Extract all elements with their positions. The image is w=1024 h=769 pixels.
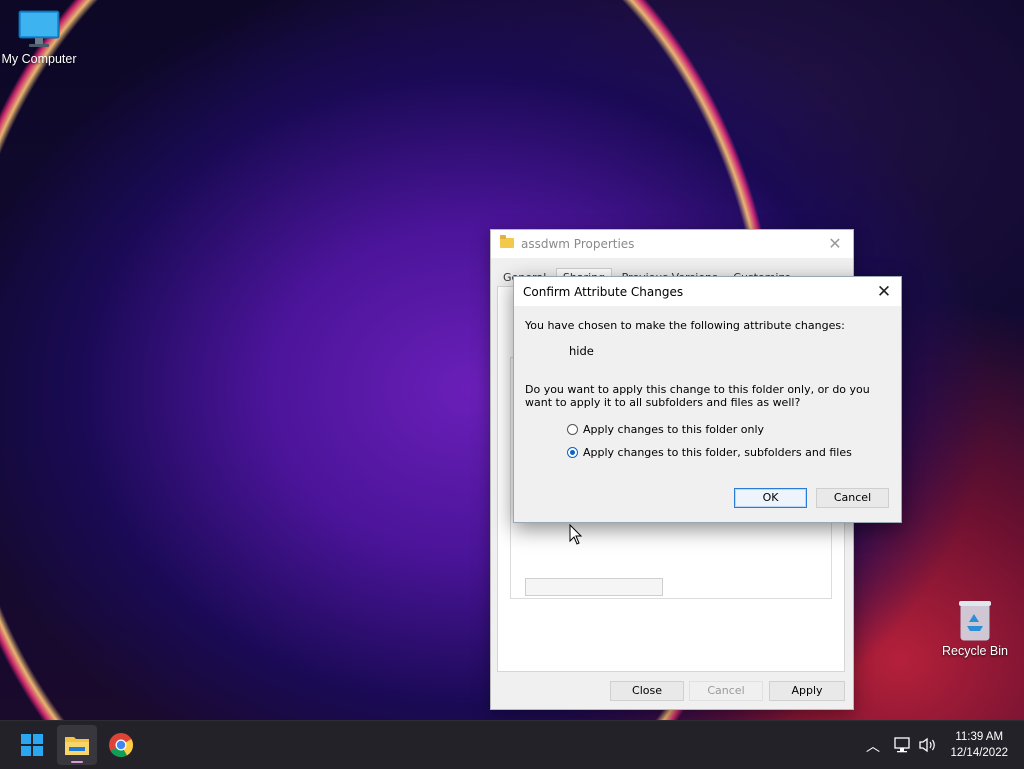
radio-button[interactable] [567,447,578,458]
ok-button[interactable]: OK [734,488,807,508]
file-explorer-icon [65,737,89,763]
desktop-icon-my-computer[interactable]: My Computer [1,10,77,66]
folder-icon [500,235,514,248]
start-icon [21,734,43,756]
mouse-cursor-icon [569,524,583,545]
taskbar-chrome[interactable] [101,725,141,765]
dialog-intro: You have chosen to make the following at… [525,319,845,332]
apply-button[interactable]: Apply [769,681,845,701]
desktop-icon-recycle-bin[interactable]: Recycle Bin [937,598,1013,658]
chrome-icon [109,733,133,758]
recycle-bin-icon [959,601,991,641]
radio-button[interactable] [567,424,578,435]
close-icon[interactable]: ✕ [873,281,895,303]
chevron-up-icon[interactable]: ︿ [866,736,880,756]
dialog-title: Confirm Attribute Changes [523,285,684,299]
taskbar-clock[interactable]: 11:39 AM 12/14/2022 [950,729,1008,761]
advanced-button[interactable] [525,578,663,596]
network-icon[interactable] [894,737,912,753]
desktop-icon-label: My Computer [1,52,77,66]
radio-folder-subfolders-files[interactable]: Apply changes to this folder, subfolders… [567,446,852,459]
properties-titlebar[interactable]: assdwm Properties ✕ [491,230,853,258]
dialog-titlebar[interactable]: Confirm Attribute Changes ✕ [514,277,901,306]
properties-title: assdwm Properties [521,237,635,251]
radio-folder-only[interactable]: Apply changes to this folder only [567,423,764,436]
clock-date: 12/14/2022 [950,747,1008,759]
clock-time: 11:39 AM [955,731,1004,743]
taskbar-file-explorer[interactable] [57,725,97,765]
desktop: My Computer Recycle Bin assdwm Propertie… [0,0,1024,720]
properties-button-row: Close Cancel Apply [491,681,853,701]
taskbar: ︿ 11:39 AM 12/14/2022 [0,720,1024,769]
start-button[interactable] [12,725,52,765]
volume-icon[interactable] [918,737,938,753]
desktop-icon-label: Recycle Bin [942,644,1008,658]
dialog-question: Do you want to apply this change to this… [525,383,870,409]
close-icon[interactable]: ✕ [825,234,845,254]
attribute-change-value: hide [569,344,594,358]
confirm-attribute-changes-dialog: Confirm Attribute Changes ✕ You have cho… [513,276,902,523]
close-button[interactable]: Close [610,681,684,701]
cancel-button[interactable]: Cancel [689,681,763,701]
monitor-icon [18,10,60,47]
radio-label: Apply changes to this folder, subfolders… [583,446,852,459]
cancel-button[interactable]: Cancel [816,488,889,508]
radio-label: Apply changes to this folder only [583,423,765,436]
